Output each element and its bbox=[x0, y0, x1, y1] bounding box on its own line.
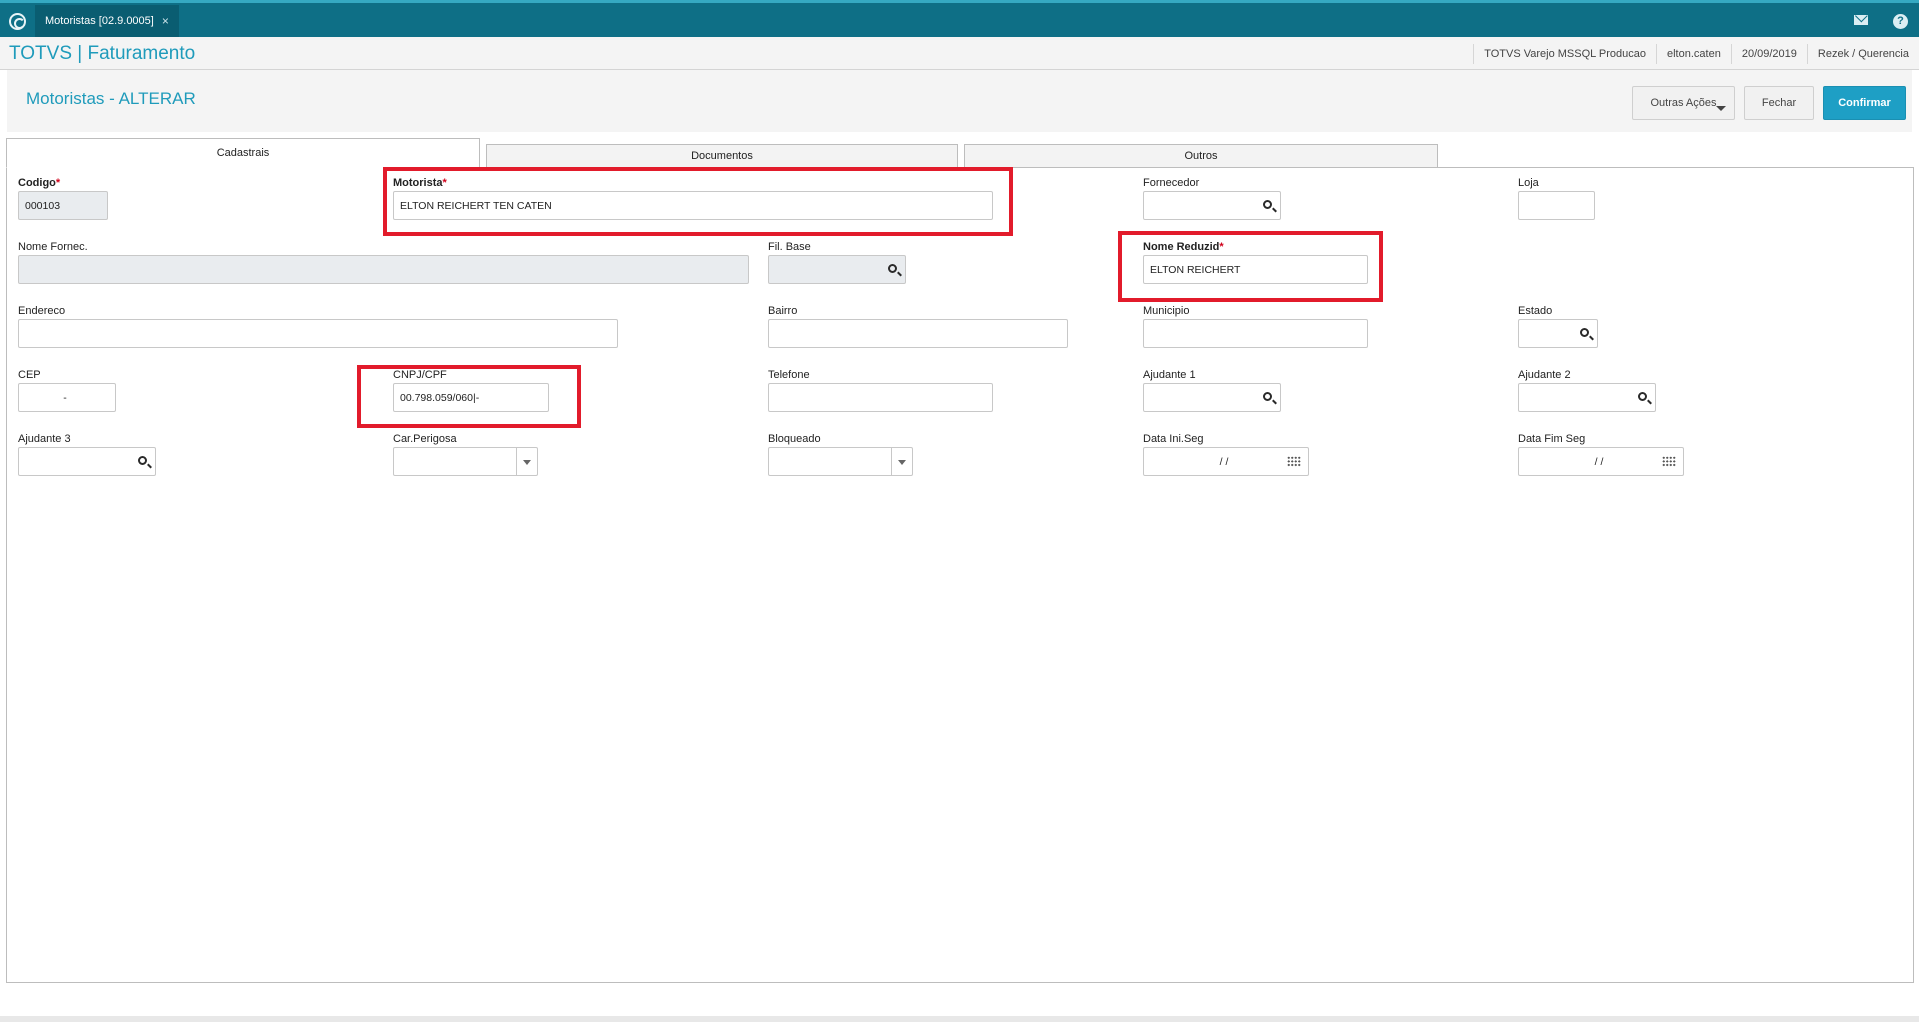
confirmar-button[interactable]: Confirmar bbox=[1823, 86, 1906, 120]
search-icon[interactable] bbox=[1263, 200, 1272, 209]
mail-icon[interactable] bbox=[1854, 15, 1868, 25]
cep-field[interactable]: - bbox=[18, 383, 116, 412]
page-title: Motoristas - ALTERAR bbox=[26, 89, 196, 108]
calendar-icon[interactable] bbox=[1287, 456, 1301, 467]
session-info: TOTVS Varejo MSSQL Producao elton.caten … bbox=[1473, 37, 1919, 70]
loja-field[interactable] bbox=[1518, 191, 1595, 220]
tab-documentos[interactable]: Documentos bbox=[486, 144, 958, 168]
outras-acoes-button[interactable]: Outras Ações bbox=[1632, 86, 1735, 120]
municipio-label: Municipio bbox=[1143, 305, 1190, 317]
telefone-label: Telefone bbox=[768, 369, 810, 381]
cep-value: - bbox=[63, 391, 67, 404]
car-perigosa-label: Car.Perigosa bbox=[393, 433, 457, 445]
bloqueado-select[interactable] bbox=[768, 447, 913, 476]
ajudante-3-label: Ajudante 3 bbox=[18, 433, 71, 445]
estado-field[interactable] bbox=[1518, 319, 1598, 348]
ajudante-3-field[interactable] bbox=[18, 447, 156, 476]
tab-motoristas[interactable]: Motoristas [02.9.0005] × bbox=[35, 5, 179, 37]
data-fim-seg-label: Data Fim Seg bbox=[1518, 433, 1586, 445]
highlight-cnpj-cpf bbox=[357, 365, 581, 428]
user-label: elton.caten bbox=[1656, 43, 1731, 64]
fornecedor-field[interactable] bbox=[1143, 191, 1281, 220]
ajudante-1-field[interactable] bbox=[1143, 383, 1281, 412]
nome-fornec-label: Nome Fornec. bbox=[18, 241, 88, 253]
ajudante-1-label: Ajudante 1 bbox=[1143, 369, 1196, 381]
chevron-down-icon[interactable] bbox=[516, 448, 537, 475]
tab-cadastrais[interactable]: Cadastrais bbox=[6, 138, 480, 168]
search-icon[interactable] bbox=[1580, 328, 1589, 337]
estado-label: Estado bbox=[1518, 305, 1553, 317]
fechar-button[interactable]: Fechar bbox=[1744, 86, 1814, 120]
bairro-field[interactable] bbox=[768, 319, 1068, 348]
codigo-label: Codigo* bbox=[18, 177, 61, 189]
fil-base-field[interactable] bbox=[768, 255, 906, 284]
codigo-field[interactable]: 000103 bbox=[18, 191, 108, 220]
top-bar: Motoristas [02.9.0005] × ? bbox=[0, 0, 1919, 37]
endereco-label: Endereco bbox=[18, 305, 66, 317]
bottom-strip bbox=[0, 1016, 1919, 1022]
data-ini-seg-value: / / bbox=[1219, 455, 1229, 468]
outras-acoes-label: Outras Ações bbox=[1650, 97, 1717, 109]
highlight-nome-reduzid bbox=[1118, 231, 1383, 302]
data-fim-seg-field[interactable]: / / bbox=[1518, 447, 1684, 476]
telefone-field[interactable] bbox=[768, 383, 993, 412]
fil-base-label: Fil. Base bbox=[768, 241, 811, 253]
tab-label: Motoristas [02.9.0005] bbox=[45, 15, 154, 27]
tab-outros[interactable]: Outros bbox=[964, 144, 1438, 168]
data-ini-seg-label: Data Ini.Seg bbox=[1143, 433, 1204, 445]
totvs-logo-icon[interactable] bbox=[9, 13, 26, 30]
date-label: 20/09/2019 bbox=[1730, 43, 1807, 64]
municipio-field[interactable] bbox=[1143, 319, 1368, 348]
form-panel bbox=[6, 167, 1914, 983]
ajudante-2-label: Ajudante 2 bbox=[1518, 369, 1571, 381]
chevron-down-icon[interactable] bbox=[891, 448, 912, 475]
highlight-motorista bbox=[383, 167, 1013, 236]
car-perigosa-select[interactable] bbox=[393, 447, 538, 476]
nome-fornec-field[interactable] bbox=[18, 255, 749, 284]
loja-label: Loja bbox=[1518, 177, 1539, 189]
bairro-label: Bairro bbox=[768, 305, 798, 317]
branch-label: Rezek / Querencia bbox=[1806, 43, 1919, 64]
help-icon[interactable]: ? bbox=[1893, 14, 1908, 29]
search-icon[interactable] bbox=[138, 456, 147, 465]
search-icon[interactable] bbox=[1263, 392, 1272, 401]
search-icon[interactable] bbox=[1638, 392, 1647, 401]
endereco-field[interactable] bbox=[18, 319, 618, 348]
ajudante-2-field[interactable] bbox=[1518, 383, 1656, 412]
caret-down-icon bbox=[1716, 106, 1726, 111]
close-icon[interactable]: × bbox=[162, 14, 169, 28]
header-bar: TOTVS | Faturamento TOTVS Varejo MSSQL P… bbox=[0, 37, 1919, 70]
calendar-icon[interactable] bbox=[1662, 456, 1676, 467]
brand-title: TOTVS | Faturamento bbox=[9, 43, 196, 64]
title-bar: Motoristas - ALTERAR Outras Ações Fechar… bbox=[7, 70, 1912, 132]
search-icon[interactable] bbox=[888, 264, 897, 273]
cep-label: CEP bbox=[18, 369, 41, 381]
fornecedor-label: Fornecedor bbox=[1143, 177, 1200, 189]
data-fim-seg-value: / / bbox=[1594, 455, 1604, 468]
environment-label: TOTVS Varejo MSSQL Producao bbox=[1473, 43, 1656, 64]
bloqueado-label: Bloqueado bbox=[768, 433, 821, 445]
data-ini-seg-field[interactable]: / / bbox=[1143, 447, 1309, 476]
